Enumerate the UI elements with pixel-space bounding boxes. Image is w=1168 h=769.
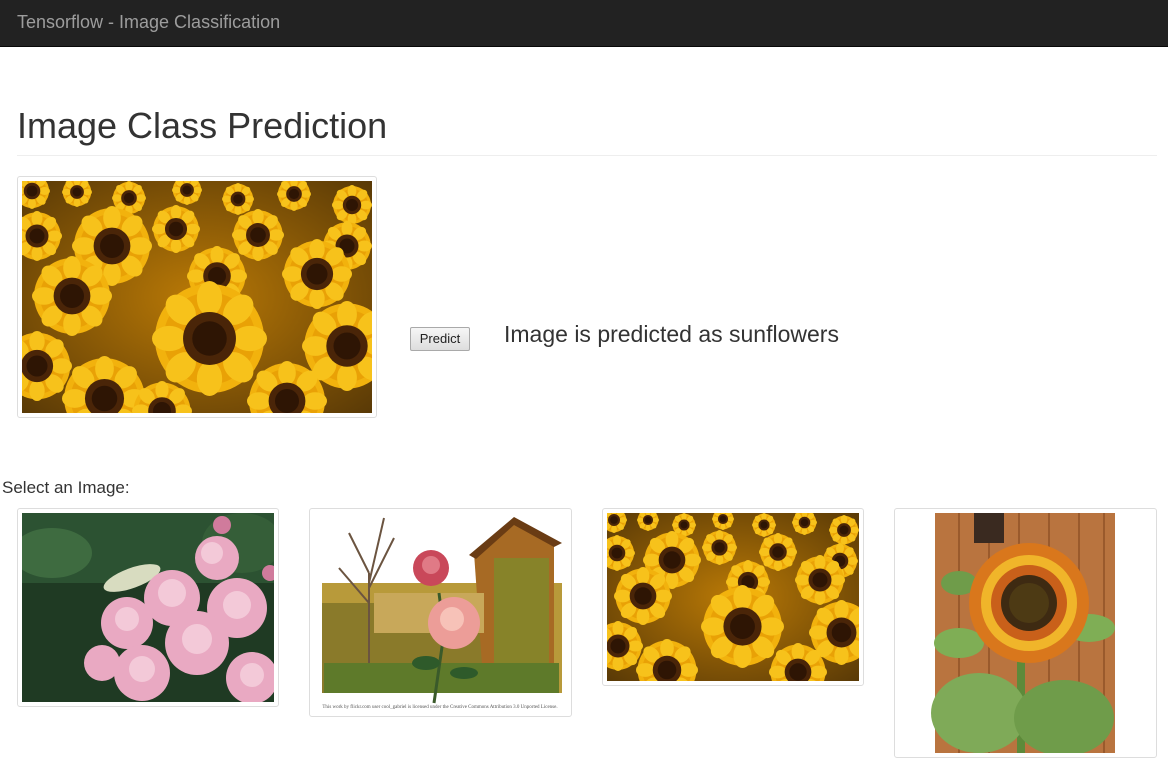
navbar-brand[interactable]: Tensorflow - Image Classification <box>17 12 280 32</box>
image-license-caption: This work by flickr.com user cool_gabrie… <box>322 705 557 710</box>
rose-barn-image: This work by flickr.com user cool_gabrie… <box>314 513 567 712</box>
rose-bush-image <box>22 513 274 702</box>
gallery-image-roses[interactable] <box>17 508 279 707</box>
page-title: Image Class Prediction <box>17 105 388 146</box>
prediction-result: Image is predicted as sunflowers <box>504 321 839 347</box>
gallery-image-sunflowers[interactable] <box>602 508 864 686</box>
gallery-image-sunflower-single[interactable] <box>894 508 1157 758</box>
sunflowers-image <box>22 181 372 413</box>
title-divider <box>17 155 1157 156</box>
predict-button[interactable]: Predict <box>410 327 470 351</box>
navbar: Tensorflow - Image Classification <box>0 0 1168 47</box>
sunflower-image <box>899 513 1152 753</box>
gallery-image-rose-barn[interactable]: This work by flickr.com user cool_gabrie… <box>309 508 572 717</box>
sunflowers-image <box>607 513 859 681</box>
select-image-label: Select an Image: <box>2 478 130 497</box>
selected-image-preview <box>17 176 377 418</box>
